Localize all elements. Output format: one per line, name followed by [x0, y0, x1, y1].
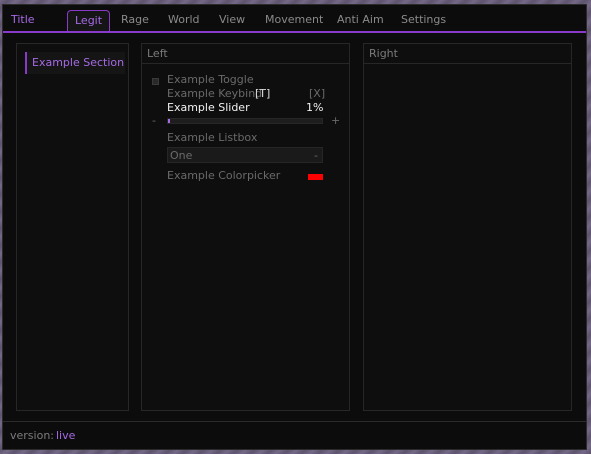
listbox-arrow-icon: - [314, 149, 318, 162]
colorpicker-swatch[interactable] [308, 174, 323, 180]
section-item-example[interactable]: Example Section [25, 52, 125, 74]
slider-increase-button[interactable]: + [331, 114, 340, 127]
right-panel: Right [363, 43, 572, 411]
tab-bar: Title Legit Rage World View Movement Ant… [3, 5, 586, 33]
tab-rage[interactable]: Rage [121, 13, 149, 26]
footer: version: live [3, 421, 586, 449]
right-panel-title: Right [364, 44, 571, 64]
version-label: version: [10, 429, 54, 442]
tab-world[interactable]: World [168, 13, 200, 26]
toggle-label[interactable]: Example Toggle [167, 73, 254, 86]
tab-settings[interactable]: Settings [401, 13, 446, 26]
keybind-key[interactable]: [T] [255, 87, 270, 100]
example-listbox[interactable]: One - [167, 147, 323, 163]
slider-label: Example Slider [167, 101, 250, 114]
left-panel: Left Example Toggle Example Keybind [T] … [141, 43, 350, 411]
left-panel-title: Left [142, 44, 349, 64]
section-list: Example Section [16, 43, 129, 411]
listbox-label: Example Listbox [167, 131, 258, 144]
tab-movement[interactable]: Movement [265, 13, 323, 26]
tab-legit[interactable]: Legit [67, 10, 111, 31]
listbox-selected-value: One [170, 149, 193, 162]
slider-fill [168, 119, 170, 123]
slider-decrease-button[interactable]: - [152, 114, 156, 127]
version-value: live [56, 429, 76, 442]
window-title: Title [11, 13, 35, 26]
tab-anti-aim[interactable]: Anti Aim [337, 13, 384, 26]
example-slider[interactable] [167, 118, 323, 124]
menu-window: Title Legit Rage World View Movement Ant… [2, 4, 587, 450]
slider-value: 1% [306, 101, 324, 114]
tab-underline [3, 31, 586, 33]
keybind-label: Example Keybind [167, 87, 263, 100]
colorpicker-label: Example Colorpicker [167, 169, 281, 182]
toggle-checkbox[interactable] [152, 78, 159, 85]
keybind-clear-button[interactable]: [X] [309, 87, 325, 100]
tab-view[interactable]: View [219, 13, 245, 26]
